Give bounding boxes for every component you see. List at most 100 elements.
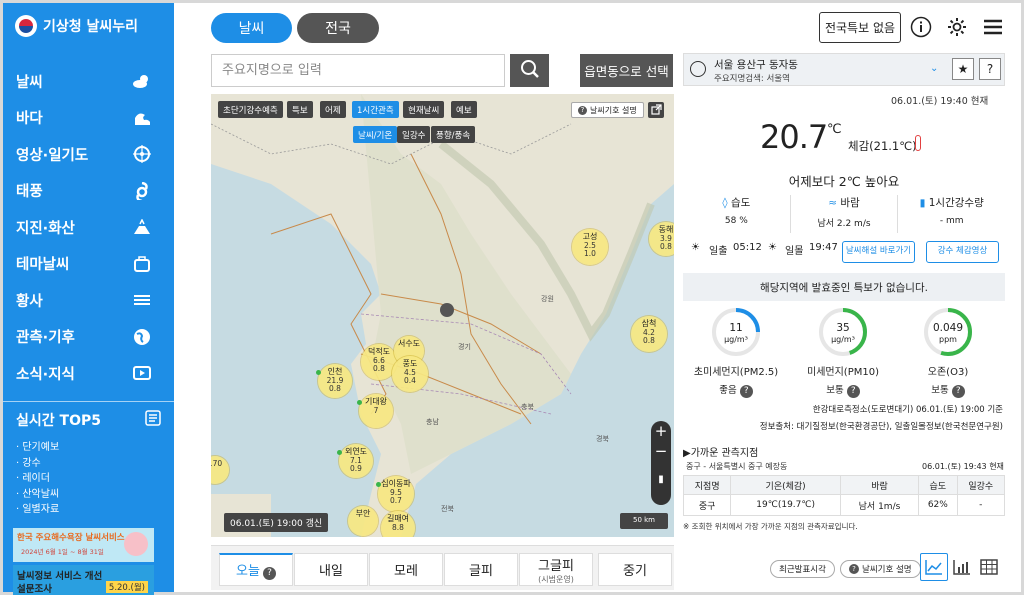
list-item[interactable]: 강수	[16, 456, 161, 472]
current-temperature: 20.7	[760, 118, 828, 156]
weather-symbol-legend-button[interactable]: ? 날씨기호 설명	[571, 102, 644, 118]
map-btn-wind[interactable]: 풍향/풍속	[431, 126, 476, 143]
question-icon[interactable]: ?	[262, 566, 276, 580]
ozone-value: 0.049	[932, 322, 964, 334]
menu-icon[interactable]	[980, 14, 1006, 40]
sidebar-item-sea[interactable]: 바다	[3, 100, 174, 137]
tab-label: 그글피	[538, 558, 574, 574]
feels-like: 체감(21.1℃)	[848, 139, 917, 153]
station-marker[interactable]: 부안	[348, 506, 378, 536]
region-select-button[interactable]: 읍면동으로 선택	[580, 54, 673, 87]
station-marker[interactable]: 인천 21.9 0.8	[316, 364, 352, 398]
sidebar: 기상청 날씨누리 날씨 바다 영상·일기도 태풍 지진·화산 테마날씨 황사 관…	[3, 3, 174, 592]
chevron-down-icon[interactable]: ⌄	[930, 63, 938, 74]
view-table-icon[interactable]	[975, 553, 1003, 581]
list-item[interactable]: 단기예보	[16, 440, 161, 456]
sidebar-item-earthquake[interactable]: 지진·화산	[3, 209, 174, 246]
wind-value: 남서 2.2 m/s	[817, 219, 871, 229]
info-icon[interactable]	[908, 14, 934, 40]
zoom-out-icon[interactable]: −	[651, 441, 671, 461]
view-bar-chart-icon[interactable]	[948, 553, 976, 581]
rain-label: 1시간강수량	[928, 197, 984, 209]
sidebar-item-theme[interactable]: 테마날씨	[3, 246, 174, 283]
recent-release-label: 최근발표시각	[779, 565, 826, 575]
zoom-in-icon[interactable]: +	[651, 421, 671, 441]
survey-banner[interactable]: 날씨정보 서비스 개선 설문조사 5.20.(월)	[13, 565, 154, 595]
table-header: 바람	[839, 475, 920, 495]
air-quality-ozone[interactable]: 0.049 ppm 오존(O3) 보통?	[900, 307, 996, 398]
tab-today[interactable]: 오늘?	[219, 553, 293, 586]
sidebar-item-typhoon[interactable]: 태풍	[3, 173, 174, 210]
wind-icon: ≈	[828, 197, 838, 209]
map-btn-warning[interactable]: 특보	[287, 101, 313, 118]
external-link-icon[interactable]	[648, 102, 664, 118]
map-btn-nowcast[interactable]: 초단기강수예측	[218, 101, 283, 118]
tab-tomorrow[interactable]: 내일	[294, 553, 368, 586]
search-input[interactable]	[211, 54, 505, 87]
sidebar-item-observation[interactable]: 관측·기후	[3, 319, 174, 356]
symbol-legend-button[interactable]: ? 날씨기호 설명	[840, 560, 921, 578]
zoom-control[interactable]: + − ▮	[651, 421, 671, 505]
view-graph-icon[interactable]	[920, 553, 948, 581]
question-icon[interactable]: ?	[846, 384, 860, 398]
location-target-icon[interactable]	[690, 61, 706, 77]
sidebar-item-news[interactable]: 소식·지식	[3, 355, 174, 392]
tab-national[interactable]: 전국	[297, 13, 379, 43]
table-cell: 62%	[918, 494, 958, 516]
rain-video-button[interactable]: 강수 체감영상	[926, 241, 999, 263]
temperature-unit: ℃	[827, 122, 842, 137]
air-quality-pm10[interactable]: 35 μg/m³ 미세먼지(PM10) 보통?	[795, 307, 891, 398]
list-item[interactable]: 산악날씨	[16, 487, 161, 503]
zoom-slider-icon[interactable]: ▮	[651, 461, 671, 499]
map-btn-daily-rain[interactable]: 일강수	[397, 126, 431, 143]
station-marker[interactable]: 풍도 4.5 0.4	[392, 356, 428, 392]
location-sub: 주요지명검색: 서울역	[714, 74, 790, 84]
weather-map[interactable]: 경기 강원 충북 충남 경북 전북 인천 21.9 0.8 덕적도 6.6 0.8 서수…	[211, 94, 674, 537]
list-item[interactable]: 일별자료	[16, 502, 161, 518]
list-icon[interactable]	[145, 410, 161, 430]
map-btn-hourly-obs[interactable]: 1시간관측	[352, 101, 399, 118]
map-btn-current[interactable]: 현재날씨	[403, 101, 445, 118]
search-button[interactable]	[510, 54, 549, 87]
beach-service-banner[interactable]: 한국 주요해수욕장 날씨서비스 2024년 6월 1일 ~ 8월 31일	[13, 528, 154, 562]
thermometer-icon	[915, 135, 921, 151]
station-marker[interactable]: 기대왕 7	[357, 394, 393, 428]
sidebar-item-label: 바다	[16, 111, 43, 128]
sidebar-item-label: 지진·화산	[16, 220, 75, 237]
help-icon[interactable]: ?	[979, 58, 1001, 80]
map-btn-forecast[interactable]: 예보	[451, 101, 477, 118]
droplet-icon: ◊	[722, 197, 728, 209]
tab-label: 오늘	[236, 564, 260, 580]
tab-weather[interactable]: 날씨	[211, 13, 292, 43]
national-alert-button[interactable]: 전국특보 없음	[819, 12, 901, 43]
tab-3days[interactable]: 글피	[444, 553, 518, 586]
map-time-label: 06.01.(토) 19:00 갱신	[224, 513, 329, 532]
sidebar-item-weather[interactable]: 날씨	[3, 63, 174, 100]
weather-commentary-button[interactable]: 날씨해설 바로가기	[842, 241, 915, 263]
question-icon[interactable]: ?	[951, 384, 965, 398]
air-quality-pm25[interactable]: 11 μg/m³ 초미세먼지(PM2.5) 좋음?	[688, 307, 784, 398]
tab-day-after[interactable]: 모레	[369, 553, 443, 586]
station-marker[interactable]: 고성 2.5 1.0	[572, 229, 608, 265]
question-icon[interactable]: ?	[739, 384, 753, 398]
station-marker[interactable]: 십이동파 9.5 0.7	[376, 476, 414, 512]
station-marker[interactable]: 외연도 7.1 0.9	[337, 444, 373, 478]
sidebar-item-dust[interactable]: 황사	[3, 282, 174, 319]
map-btn-yesterday[interactable]: 어제	[320, 101, 346, 118]
tab-sublabel: (시범운영)	[538, 574, 574, 584]
list-item[interactable]: 레이더	[16, 471, 161, 487]
map-btn-weather-temp[interactable]: 날씨/기온	[353, 126, 398, 143]
legend-label: 날씨기호 설명	[590, 105, 637, 115]
rain-value: - mm	[939, 216, 964, 226]
pm10-value: 35	[836, 322, 850, 334]
star-icon[interactable]: ★	[952, 58, 974, 80]
station-marker[interactable]: 삼척 4.2 0.8	[631, 316, 667, 352]
gear-icon[interactable]	[944, 14, 970, 40]
logo[interactable]: 기상청 날씨누리	[15, 15, 138, 37]
station-marker[interactable]: 길매여 8.8	[381, 511, 415, 537]
tab-4days[interactable]: 그글피 (시범운영)	[519, 553, 593, 586]
station-marker[interactable]: 동해 3.9 0.8	[649, 222, 674, 256]
tab-midterm[interactable]: 중기	[598, 553, 672, 586]
sidebar-item-imagery[interactable]: 영상·일기도	[3, 136, 174, 173]
recent-release-button[interactable]: 최근발표시각	[770, 560, 835, 578]
